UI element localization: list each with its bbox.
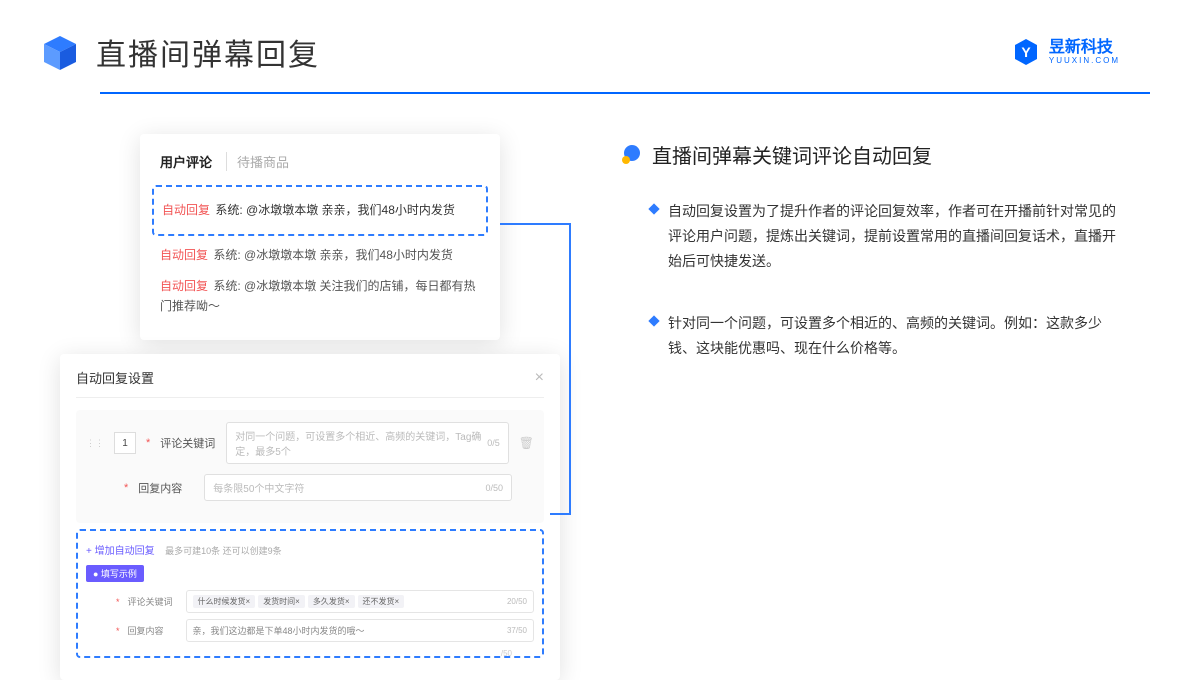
keyword-count: 0/5 xyxy=(487,438,500,448)
keyword-input[interactable]: 对同一个问题，可设置多个相近、高频的关键词，Tag确定，最多5个 0/5 xyxy=(226,422,508,464)
example-keyword-count: 20/50 xyxy=(507,597,527,606)
index-box: 1 xyxy=(114,432,136,454)
auto-reply-tag: 自动回复 xyxy=(160,248,208,262)
svg-text:Y: Y xyxy=(1021,44,1031,60)
keyword-row: ⋮⋮ 1 * 评论关键词 对同一个问题，可设置多个相近、高频的关键词，Tag确定… xyxy=(86,422,534,464)
page-header: 直播间弹幕回复 Y 昱新科技 YUUXIN.COM xyxy=(0,0,1180,74)
example-keyword-label: 评论关键词 xyxy=(128,595,178,608)
section-title: 直播间弹幕关键词评论自动回复 xyxy=(652,140,932,169)
comment-text: 系统: @冰墩墩本墩 亲亲，我们48小时内发货 xyxy=(213,248,453,262)
keyword-tag[interactable]: 什么时候发货× xyxy=(193,595,256,608)
example-reply-label: 回复内容 xyxy=(128,624,178,637)
comment-row: 自动回复 系统: @冰墩墩本墩 亲亲，我们48小时内发货 xyxy=(160,240,480,271)
required-icon: * xyxy=(146,437,150,449)
reply-label: 回复内容 xyxy=(138,480,194,496)
tab-pending-goods[interactable]: 待播商品 xyxy=(226,152,289,171)
bullet-item: 自动回复设置为了提升作者的评论回复效率，作者可在开播前针对常见的评论用户问题，提… xyxy=(650,199,1120,275)
add-row: + 增加自动回复 最多可建10条 还可以创建9条 xyxy=(86,541,534,559)
form-area: ⋮⋮ 1 * 评论关键词 对同一个问题，可设置多个相近、高频的关键词，Tag确定… xyxy=(76,410,544,523)
highlighted-comment: 自动回复 系统: @冰墩墩本墩 亲亲，我们48小时内发货 xyxy=(152,185,488,236)
reply-placeholder: 每条限50个中文字符 xyxy=(213,480,304,495)
close-icon[interactable]: × xyxy=(535,369,544,387)
keyword-tag[interactable]: 多久发货× xyxy=(308,595,355,608)
delete-icon[interactable]: 🗑 xyxy=(519,436,534,450)
tab-user-comments[interactable]: 用户评论 xyxy=(160,152,212,171)
reply-count: 0/50 xyxy=(485,483,503,493)
brand-name: 昱新科技 xyxy=(1049,40,1120,56)
diamond-icon xyxy=(648,315,659,326)
add-auto-reply-link[interactable]: + 增加自动回复 xyxy=(86,546,155,557)
comment-tabs: 用户评论 待播商品 xyxy=(160,152,480,171)
comment-row: 自动回复 系统: @冰墩墩本墩 亲亲，我们48小时内发货 xyxy=(162,195,478,226)
example-reply-row: * 回复内容 亲，我们这边都是下单48小时内发货的哦～ 37/50 xyxy=(86,619,534,642)
example-badge: ● 填写示例 xyxy=(86,565,144,582)
title-wrap: 直播间弹幕回复 xyxy=(40,30,320,74)
comment-row: 自动回复 系统: @冰墩墩本墩 关注我们的店铺，每日都有热门推荐呦～ xyxy=(160,271,480,321)
required-icon: * xyxy=(116,626,120,636)
keyword-label: 评论关键词 xyxy=(160,435,216,451)
example-keyword-row: * 评论关键词 什么时候发货× 发货时间× 多久发货× 还不发货× 20/50 xyxy=(86,590,534,613)
body: 用户评论 待播商品 自动回复 系统: @冰墩墩本墩 亲亲，我们48小时内发货 自… xyxy=(0,94,1180,604)
add-note: 最多可建10条 还可以创建9条 xyxy=(165,546,282,556)
page-title: 直播间弹幕回复 xyxy=(96,30,320,74)
auto-reply-tag: 自动回复 xyxy=(160,279,208,293)
screenshot-stack: 用户评论 待播商品 自动回复 系统: @冰墩墩本墩 亲亲，我们48小时内发货 自… xyxy=(60,134,560,604)
cube-icon xyxy=(40,32,80,72)
reply-row: * 回复内容 每条限50个中文字符 0/50 xyxy=(86,474,534,501)
comment-text: 系统: @冰墩墩本墩 亲亲，我们48小时内发货 xyxy=(215,203,455,217)
reply-input[interactable]: 每条限50个中文字符 0/50 xyxy=(204,474,512,501)
example-reply-text: 亲，我们这边都是下单48小时内发货的哦～ xyxy=(193,624,365,637)
settings-header: 自动回复设置 × xyxy=(76,368,544,398)
stray-count: /50 xyxy=(501,649,512,658)
bullet-item: 针对同一个问题，可设置多个相近的、高频的关键词。例如：这款多少钱、这块能优惠吗、… xyxy=(650,311,1120,361)
brand-subtitle: YUUXIN.COM xyxy=(1049,56,1120,65)
auto-reply-tag: 自动回复 xyxy=(162,203,210,217)
tag-list: 什么时候发货× 发货时间× 多久发货× 还不发货× xyxy=(193,595,405,608)
bullet-text: 自动回复设置为了提升作者的评论回复效率，作者可在开播前针对常见的评论用户问题，提… xyxy=(668,199,1120,275)
comments-card: 用户评论 待播商品 自动回复 系统: @冰墩墩本墩 亲亲，我们48小时内发货 自… xyxy=(140,134,500,340)
example-block: + 增加自动回复 最多可建10条 还可以创建9条 ● 填写示例 * 评论关键词 … xyxy=(76,529,544,658)
brand-text-wrap: 昱新科技 YUUXIN.COM xyxy=(1049,40,1120,65)
example-keyword-input[interactable]: 什么时候发货× 发货时间× 多久发货× 还不发货× 20/50 xyxy=(186,590,534,613)
bubble-icon xyxy=(620,144,642,166)
settings-card: 自动回复设置 × ⋮⋮ 1 * 评论关键词 对同一个问题，可设置多个相近、高频的… xyxy=(60,354,560,680)
bullet-text: 针对同一个问题，可设置多个相近的、高频的关键词。例如：这款多少钱、这块能优惠吗、… xyxy=(668,311,1120,361)
keyword-placeholder: 对同一个问题，可设置多个相近、高频的关键词，Tag确定，最多5个 xyxy=(235,428,487,458)
keyword-tag[interactable]: 还不发货× xyxy=(358,595,405,608)
settings-title: 自动回复设置 xyxy=(76,368,154,387)
diamond-icon xyxy=(648,203,659,214)
example-reply-count: 37/50 xyxy=(507,626,527,635)
example-reply-input[interactable]: 亲，我们这边都是下单48小时内发货的哦～ 37/50 xyxy=(186,619,534,642)
brand-icon: Y xyxy=(1011,37,1041,67)
required-icon: * xyxy=(124,482,128,494)
keyword-tag[interactable]: 发货时间× xyxy=(258,595,305,608)
brand-logo: Y 昱新科技 YUUXIN.COM xyxy=(1011,37,1120,67)
description-column: 直播间弹幕关键词评论自动回复 自动回复设置为了提升作者的评论回复效率，作者可在开… xyxy=(620,134,1120,604)
section-heading: 直播间弹幕关键词评论自动回复 xyxy=(620,140,1120,169)
drag-handle-icon[interactable]: ⋮⋮ xyxy=(86,441,104,446)
required-icon: * xyxy=(116,597,120,607)
